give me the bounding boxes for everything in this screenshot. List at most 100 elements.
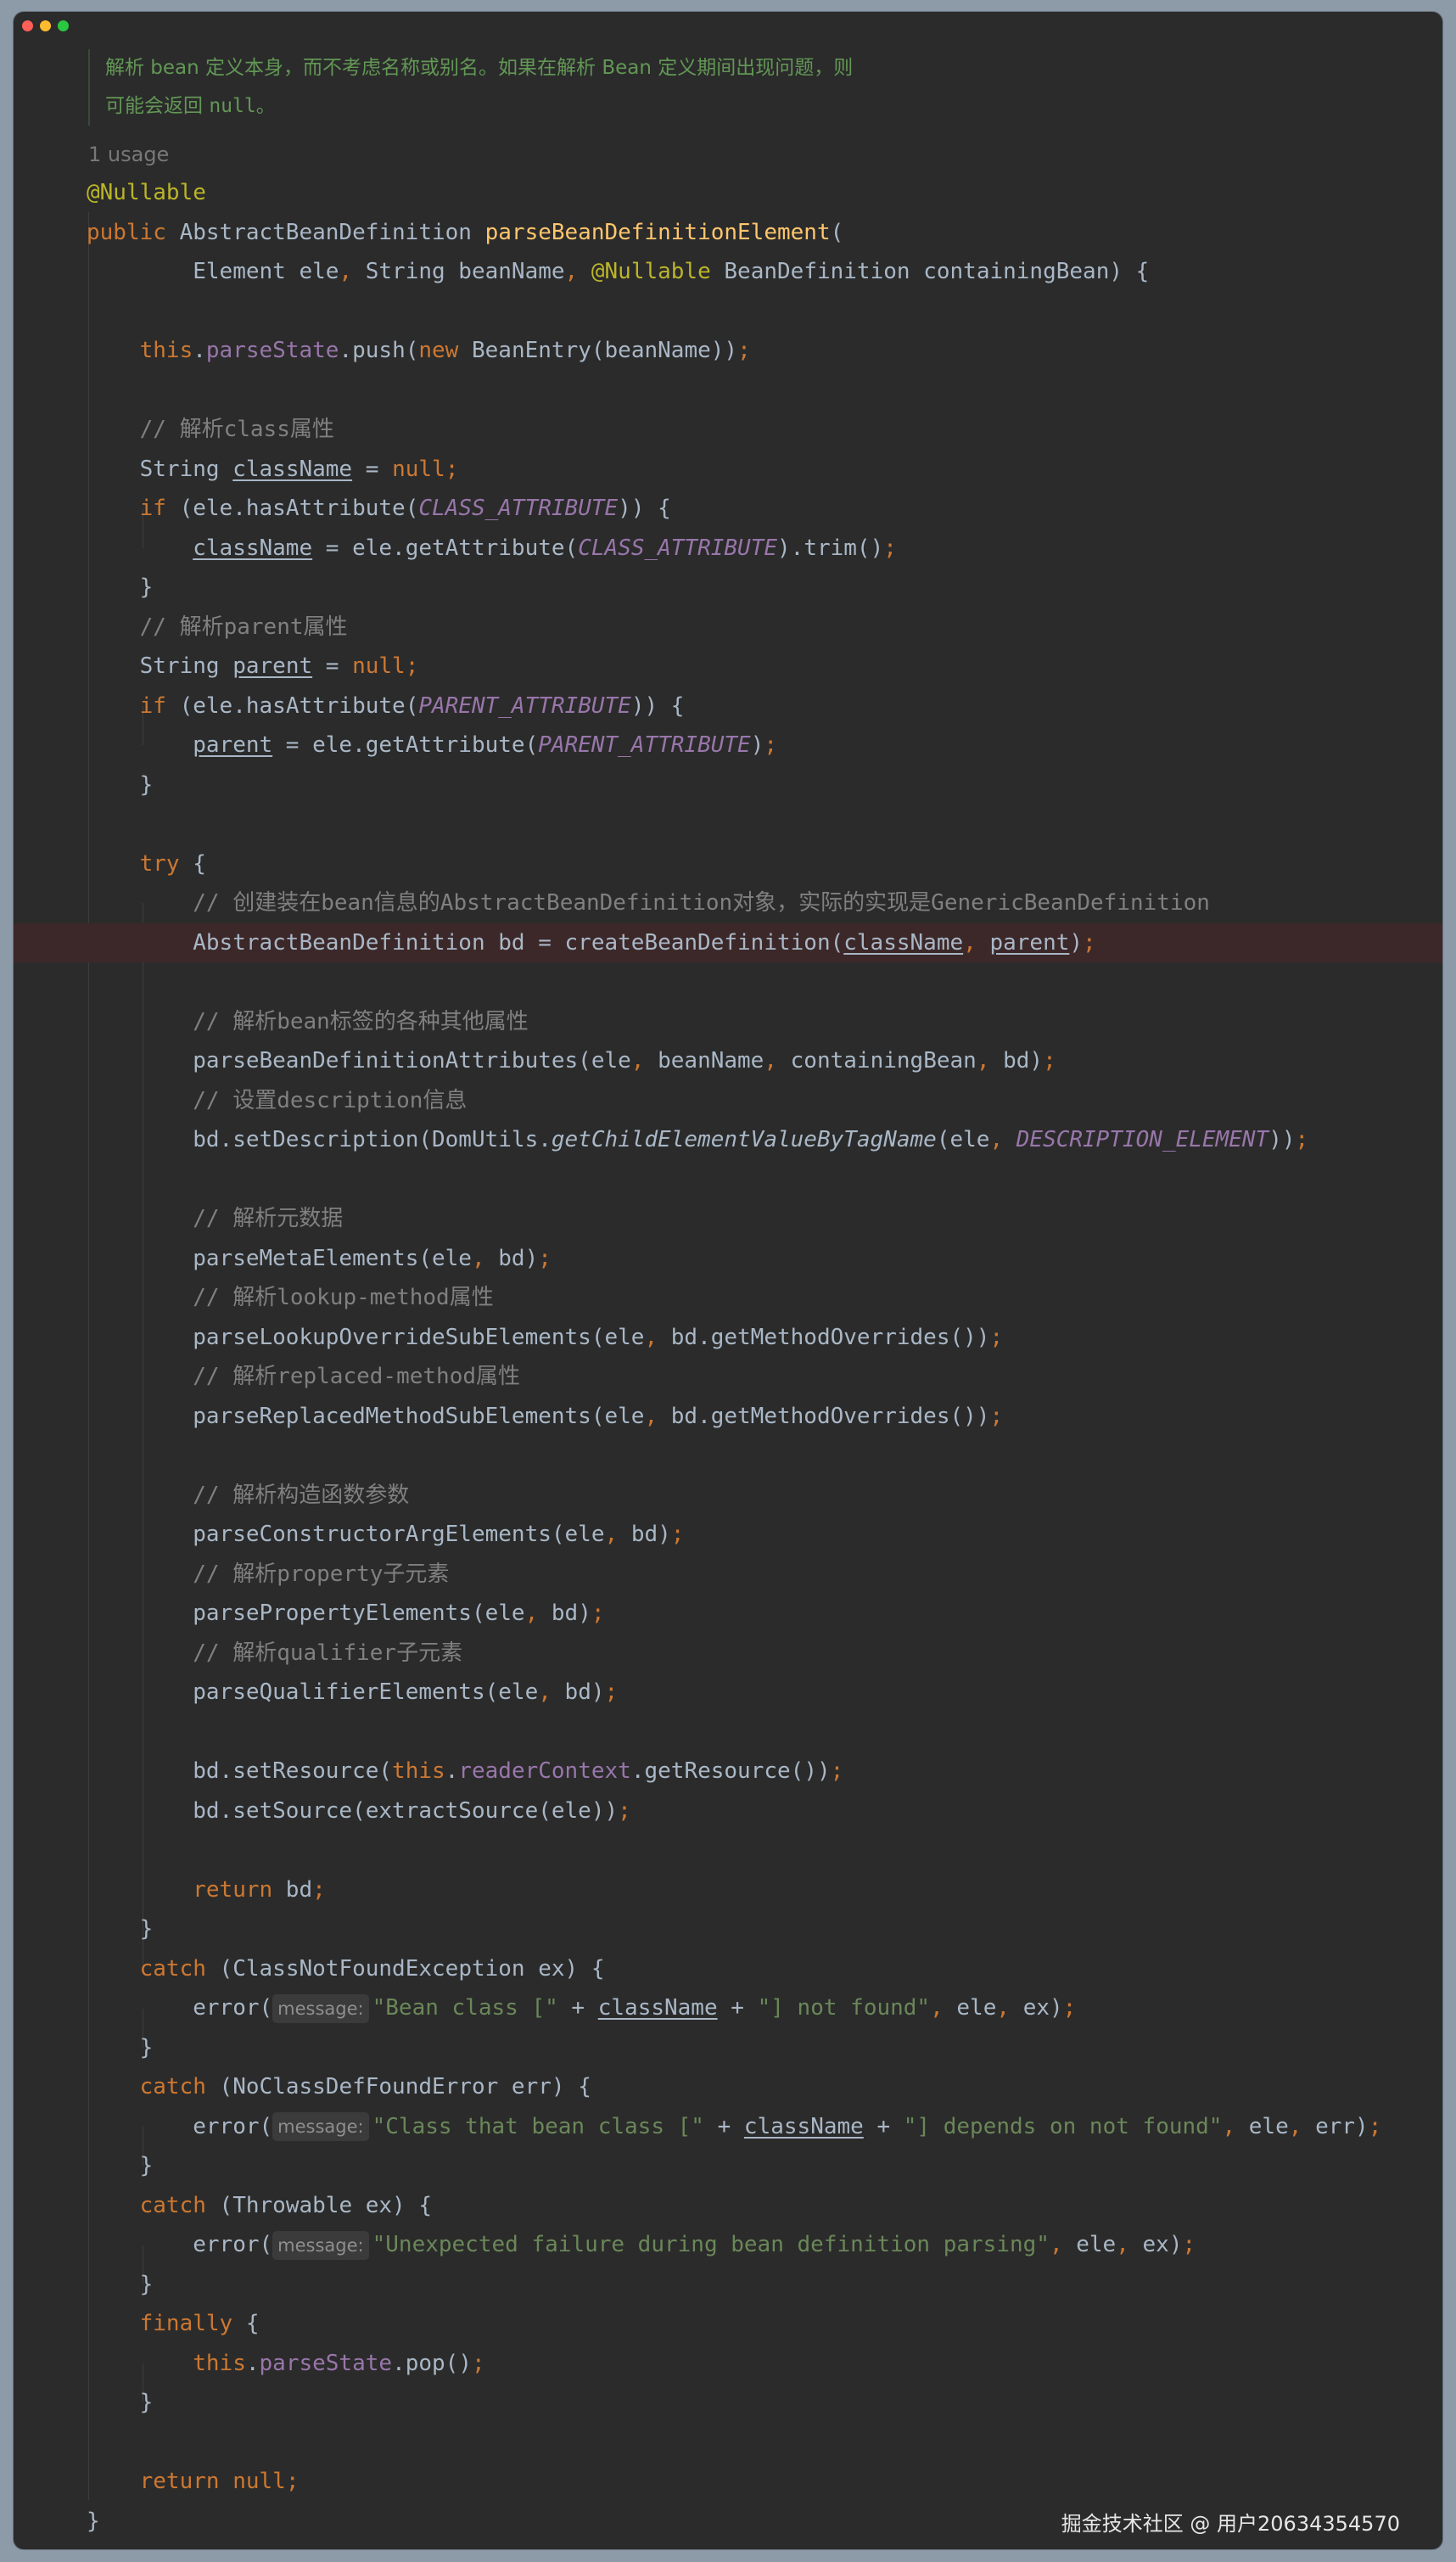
code-token: bd.setDescription(DomUtils. bbox=[193, 1127, 552, 1152]
comment-token: // 解析构造函数参数 bbox=[193, 1482, 410, 1508]
constant-token: CLASS_ATTRIBUTE bbox=[418, 496, 619, 521]
semicolon-token: ; bbox=[471, 2350, 485, 2376]
code-line: parseLookupOverrideSubElements(ele, bd.g… bbox=[14, 1318, 1442, 1358]
semicolon-token: ; bbox=[764, 732, 777, 758]
method-name[interactable]: parseBeanDefinitionElement bbox=[485, 220, 831, 245]
code-token: String bbox=[139, 653, 233, 679]
code-token: AbstractBeanDefinition bd = createBeanDe… bbox=[193, 929, 844, 956]
parameter-hint: message: bbox=[272, 1993, 369, 2023]
code-line: parseQualifierElements(ele, bd); bbox=[14, 1673, 1442, 1713]
code-token: parseReplacedMethodSubElements(ele bbox=[193, 1403, 645, 1429]
code-token: err) bbox=[1315, 2113, 1369, 2139]
semicolon-token: ; bbox=[445, 456, 459, 482]
field-token: parseState bbox=[259, 2350, 393, 2376]
code-token: .push( bbox=[339, 338, 419, 363]
code-line: this.parseState.pop(); bbox=[14, 2344, 1442, 2384]
code-token: parsePropertyElements(ele bbox=[193, 1601, 525, 1626]
punct-token: , bbox=[1222, 2113, 1249, 2139]
punct-token: , bbox=[989, 1127, 1016, 1152]
code-line: if (ele.hasAttribute(CLASS_ATTRIBUTE)) { bbox=[14, 489, 1442, 529]
code-line: this.parseState.push(new BeanEntry(beanN… bbox=[14, 331, 1442, 371]
code-token: bd.setResource( bbox=[193, 1758, 393, 1784]
keyword-token: if bbox=[139, 496, 166, 521]
code-token: = bbox=[312, 653, 353, 679]
comment-token: // 解析lookup-method属性 bbox=[193, 1285, 494, 1310]
code-token: bd.getMethodOverrides()) bbox=[670, 1403, 990, 1429]
semicolon-token: ; bbox=[405, 653, 419, 679]
punct-token: , bbox=[564, 259, 591, 284]
code-line: // 解析lookup-method属性 bbox=[14, 1278, 1442, 1318]
keyword-token: return bbox=[139, 2469, 220, 2494]
code-token: bd) bbox=[1003, 1048, 1044, 1074]
code-token: . bbox=[193, 338, 206, 363]
code-token: parseBeanDefinitionAttributes(ele bbox=[193, 1048, 631, 1074]
javadoc-line: 可能会返回 null。 bbox=[105, 87, 954, 126]
code-token: { bbox=[179, 850, 206, 877]
highlighted-code-line: AbstractBeanDefinition bd = createBeanDe… bbox=[14, 922, 1442, 962]
code-token: ele bbox=[1248, 2113, 1289, 2139]
comment-token: // 解析qualifier子元素 bbox=[193, 1640, 463, 1666]
code-line: // 解析元数据 bbox=[14, 1199, 1442, 1239]
code-token: (ClassNotFoundException ex) { bbox=[205, 1955, 605, 1982]
variable-token: className bbox=[597, 1995, 718, 2021]
code-token: } bbox=[139, 2390, 154, 2415]
keyword-token: catch bbox=[139, 2074, 206, 2099]
code-token: )) { bbox=[618, 496, 671, 521]
code-line: String className = null; bbox=[14, 450, 1442, 490]
usage-hint[interactable]: 1 usage bbox=[88, 137, 169, 171]
code-token: error( bbox=[193, 2232, 273, 2257]
code-token: } bbox=[139, 771, 154, 798]
window-controls bbox=[22, 20, 69, 31]
punct-token: , bbox=[644, 1403, 671, 1429]
semicolon-token: ; bbox=[1062, 1995, 1077, 2021]
javadoc-text: 。 bbox=[255, 95, 276, 117]
annotation-token: @Nullable bbox=[87, 180, 206, 205]
code-token: ) bbox=[750, 732, 764, 758]
code-token: parseConstructorArgElements(ele bbox=[193, 1522, 605, 1547]
variable-token: parent bbox=[232, 653, 313, 679]
comment-token: // 解析replaced-method属性 bbox=[193, 1364, 520, 1389]
field-token: readerContext bbox=[458, 1758, 631, 1784]
code-token: . bbox=[245, 2350, 260, 2376]
close-dot[interactable] bbox=[22, 20, 33, 31]
code-line: // 解析property子元素 bbox=[14, 1555, 1442, 1595]
code-token: String beanName bbox=[365, 259, 565, 284]
keyword-token: if bbox=[139, 692, 166, 719]
code-line: // 解析replaced-method属性 bbox=[14, 1357, 1442, 1397]
code-line: if (ele.hasAttribute(PARENT_ATTRIBUTE)) … bbox=[14, 687, 1442, 726]
code-line: className = ele.getAttribute(CLASS_ATTRI… bbox=[14, 529, 1442, 569]
maximize-dot[interactable] bbox=[58, 20, 69, 31]
code-token: bd) bbox=[564, 1679, 605, 1705]
semicolon-token: ; bbox=[670, 1522, 685, 1547]
minimize-dot[interactable] bbox=[40, 20, 51, 31]
code-line: } bbox=[14, 2383, 1442, 2423]
semicolon-token: ; bbox=[830, 1758, 844, 1784]
code-token: bd.getMethodOverrides()) bbox=[670, 1324, 990, 1350]
comment-token: // 设置description信息 bbox=[193, 1087, 468, 1113]
code-line: Element ele, String beanName, @Nullable … bbox=[14, 252, 1442, 292]
code-line: parseReplacedMethodSubElements(ele, bd.g… bbox=[14, 1397, 1442, 1437]
code-line: @Nullable bbox=[14, 173, 1442, 213]
punct-token: , bbox=[471, 1245, 499, 1271]
code-token: )) { bbox=[630, 692, 685, 719]
code-line: parent = ele.getAttribute(PARENT_ATTRIBU… bbox=[14, 726, 1442, 765]
code-token: (Throwable ex) { bbox=[205, 2192, 433, 2218]
punct-token: , bbox=[1288, 2113, 1316, 2139]
string-token: "Unexpected failure during bean definiti… bbox=[372, 2232, 1050, 2257]
code-token: bd) bbox=[551, 1601, 591, 1626]
code-token: bd.setSource(extractSource(ele)) bbox=[193, 1797, 619, 1824]
semicolon-token: ; bbox=[285, 2469, 300, 2494]
watermark: 掘金技术社区 @ 用户20634354570 bbox=[1061, 2512, 1400, 2536]
semicolon-token: ; bbox=[883, 535, 897, 561]
code-token: (NoClassDefFoundError err) { bbox=[205, 2074, 591, 2099]
code-token: .pop() bbox=[392, 2350, 472, 2376]
code-token: AbstractBeanDefinition bbox=[165, 219, 485, 245]
static-method-token: getChildElementValueByTagName bbox=[551, 1127, 937, 1152]
code-token: + bbox=[557, 1995, 598, 2021]
code-line: // 解析bean标签的各种其他属性 bbox=[14, 1002, 1442, 1042]
